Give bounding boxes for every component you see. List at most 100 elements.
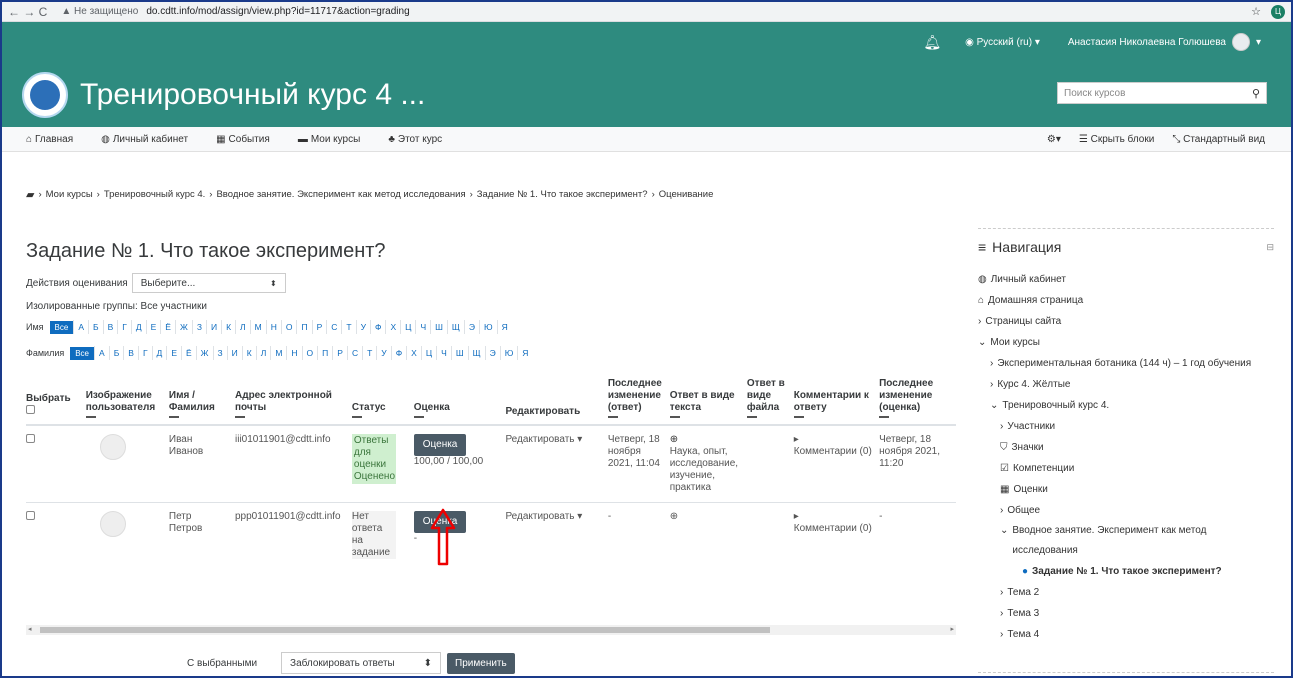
nav-item-participants[interactable]: › Участники <box>978 416 1274 437</box>
letter-filter[interactable]: Р <box>332 346 347 360</box>
grade-button[interactable]: Оценка <box>413 434 467 456</box>
insecure-warning[interactable]: ▲ Не защищено <box>61 6 138 17</box>
scroll-right-icon[interactable]: ▸ <box>950 625 954 633</box>
letter-filter[interactable]: П <box>317 346 332 360</box>
nav-item-intro[interactable]: ⌄ Вводное занятие. Эксперимент как метод … <box>978 521 1274 561</box>
bookmark-star-icon[interactable]: ☆ <box>1251 5 1261 18</box>
horizontal-scrollbar[interactable]: ◂ ▸ <box>26 625 956 635</box>
browser-nav-buttons[interactable]: ← → C <box>8 5 47 19</box>
letter-filter[interactable]: Ж <box>174 320 192 334</box>
letter-filter[interactable]: Ё <box>180 346 196 360</box>
nav-item-topic4[interactable]: › Тема 4 <box>978 624 1274 645</box>
nav-item-competencies[interactable]: ☑ Компетенции <box>978 458 1274 479</box>
user-lastname[interactable]: Петров <box>169 523 202 534</box>
letter-filter[interactable]: Г <box>117 320 131 334</box>
avatar[interactable] <box>99 511 126 537</box>
nav-item-my-courses[interactable]: ⌄ Мои курсы <box>978 332 1274 353</box>
letter-filter[interactable]: О <box>280 320 297 334</box>
letter-filter[interactable]: Г <box>137 346 152 360</box>
standard-view-button[interactable]: ⤡ Стандартный вид <box>1172 134 1265 145</box>
zoom-icon[interactable]: ⊕ <box>670 434 678 445</box>
letter-filter[interactable]: Л <box>235 320 250 334</box>
letter-filter[interactable]: У <box>376 346 390 360</box>
expand-icon[interactable]: ▸ <box>794 511 799 522</box>
collapse-icon[interactable]: ⊟ <box>1266 242 1274 253</box>
letter-filter[interactable]: Т <box>341 320 355 334</box>
nav-item-task1[interactable]: ● Задание № 1. Что такое эксперимент? <box>978 561 1274 582</box>
letter-filter[interactable]: Ю <box>499 346 518 360</box>
user-firstname[interactable]: Иван <box>169 434 192 445</box>
col-text-answer[interactable]: Ответ в виде текста <box>669 374 747 426</box>
letter-filter[interactable]: В <box>123 346 138 360</box>
letter-filter[interactable]: Ю <box>479 320 497 334</box>
course-search-input[interactable]: Поиск курсов ⚲ <box>1057 82 1267 104</box>
nav-item-course4[interactable]: ⌄ Тренировочный курс 4. <box>978 395 1274 416</box>
letter-filter[interactable]: П <box>296 320 311 334</box>
letter-filter[interactable]: З <box>212 346 227 360</box>
letter-filter[interactable]: Ж <box>195 346 213 360</box>
letter-filter[interactable]: О <box>301 346 318 360</box>
letter-filter[interactable]: Щ <box>446 320 464 334</box>
row-checkbox[interactable] <box>26 434 35 443</box>
letter-filter[interactable]: З <box>191 320 206 334</box>
site-logo[interactable] <box>22 71 68 118</box>
scrollbar-thumb[interactable] <box>40 627 770 633</box>
col-name[interactable]: Имя / Фамилия <box>168 374 235 426</box>
nav-item-topic2[interactable]: › Тема 2 <box>978 582 1274 603</box>
col-comments[interactable]: Комментарии к ответу <box>793 374 880 426</box>
user-lastname[interactable]: Иванов <box>169 446 203 457</box>
nav-item-badges[interactable]: ⛉ Значки <box>978 437 1274 458</box>
letter-filter[interactable]: Б <box>88 320 103 334</box>
address-bar[interactable]: do.cdtt.info/mod/assign/view.php?id=1171… <box>146 6 409 17</box>
letter-filter[interactable]: С <box>326 320 341 334</box>
hide-blocks-button[interactable]: ☰ Скрыть блоки <box>1079 134 1154 145</box>
zoom-icon[interactable]: ⊕ <box>670 511 678 522</box>
col-grade[interactable]: Оценка <box>413 374 506 426</box>
col-last-modified-grade[interactable]: Последнее изменение (оценка) <box>879 374 956 426</box>
letter-filter[interactable]: Ф <box>370 320 385 334</box>
letter-filter[interactable]: Н <box>286 346 301 360</box>
breadcrumb-item[interactable]: Вводное занятие. Эксперимент как метод и… <box>216 189 465 200</box>
letter-filter[interactable]: Ц <box>400 320 415 334</box>
nav-item-dashboard[interactable]: ◍ Личный кабинет <box>978 269 1274 290</box>
select-all-checkbox[interactable] <box>26 405 35 414</box>
nav-item-topic3[interactable]: › Тема 3 <box>978 603 1274 624</box>
letter-filter[interactable]: Л <box>255 346 271 360</box>
lastname-all[interactable]: Все <box>70 346 95 360</box>
edit-dropdown[interactable]: Редактировать ▾ <box>505 502 608 567</box>
edit-dropdown[interactable]: Редактировать ▾ <box>505 424 608 503</box>
col-email[interactable]: Адрес электронной почты <box>235 374 352 426</box>
letter-filter[interactable]: Ш <box>450 346 468 360</box>
search-icon[interactable]: ⚲ <box>1252 87 1260 100</box>
gear-icon[interactable]: ⚙▾ <box>1047 134 1061 145</box>
nav-this-course[interactable]: ♣ Этот курс <box>388 134 442 145</box>
letter-filter[interactable]: Е <box>166 346 181 360</box>
letter-filter[interactable]: Ч <box>415 320 430 334</box>
letter-filter[interactable]: У <box>355 320 370 334</box>
letter-filter[interactable]: В <box>102 320 118 334</box>
letter-filter[interactable]: Б <box>108 346 124 360</box>
profile-icon[interactable]: Ц <box>1271 4 1285 19</box>
breadcrumb-item[interactable]: Тренировочный курс 4. <box>104 189 205 200</box>
nav-item-home[interactable]: ⌂ Домашняя страница <box>978 290 1274 311</box>
comments-link[interactable]: Комментарии (0) <box>794 523 872 534</box>
scroll-left-icon[interactable]: ◂ <box>28 625 32 633</box>
letter-filter[interactable]: Д <box>151 346 167 360</box>
expand-icon[interactable]: ▸ <box>794 434 799 445</box>
letter-filter[interactable]: Д <box>130 320 146 334</box>
nav-item-site-pages[interactable]: › Страницы сайта <box>978 311 1274 332</box>
user-firstname[interactable]: Петр <box>169 511 192 522</box>
letter-filter[interactable]: Р <box>311 320 327 334</box>
letter-filter[interactable]: И <box>205 320 221 334</box>
letter-filter[interactable]: М <box>270 346 286 360</box>
letter-filter[interactable]: А <box>73 320 88 334</box>
letter-filter[interactable]: К <box>241 346 256 360</box>
nav-item-course4-yellow[interactable]: › Курс 4. Жёлтые <box>978 374 1274 395</box>
letter-filter[interactable]: Э <box>463 320 479 334</box>
letter-filter[interactable]: Е <box>145 320 161 334</box>
col-file-answer[interactable]: Ответ в виде файла <box>746 374 794 426</box>
letter-filter[interactable]: Я <box>517 346 532 360</box>
letter-filter[interactable]: Ц <box>420 346 436 360</box>
firstname-all[interactable]: Все <box>49 320 74 334</box>
user-menu[interactable]: Анастасия Николаевна Голюшева ▾ <box>1068 33 1261 51</box>
